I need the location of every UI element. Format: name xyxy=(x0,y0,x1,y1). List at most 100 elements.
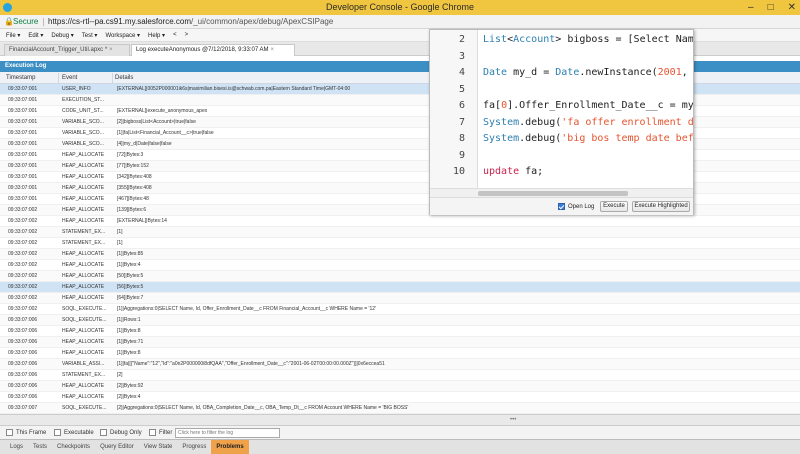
execute-button[interactable]: Execute xyxy=(600,201,628,212)
table-row[interactable]: 09:33:07:006 HEAP_ALLOCATE [1]|Bytes:8 xyxy=(0,326,800,337)
menu-edit[interactable]: Edit ▾ xyxy=(28,32,43,39)
tab-problems[interactable]: Problems xyxy=(211,440,249,454)
code-token: .debug( xyxy=(519,133,562,144)
column-timestamp[interactable]: Timestamp xyxy=(6,72,35,84)
menu-file[interactable]: File ▾ xyxy=(6,32,20,39)
address-bar[interactable]: 🔒 Secure https://cs-rtl--pa.cs91.my.sale… xyxy=(0,15,800,29)
nav-forward-button[interactable]: > xyxy=(185,32,189,38)
bottom-panel-tabs: Logs Tests Checkpoints Query Editor View… xyxy=(0,439,800,454)
line-number: 7 xyxy=(458,116,465,128)
table-row[interactable]: 09:33:07:002 HEAP_ALLOCATE [EXTERNAL]|Byte… xyxy=(0,216,800,227)
scrollbar-thumb[interactable] xyxy=(478,191,628,196)
code-token: fa; xyxy=(519,166,544,177)
divider xyxy=(43,18,44,26)
tab-trigger-util[interactable]: FinancialAccount_Trigger_Util.apxc * × xyxy=(4,44,130,56)
table-row[interactable]: 09:33:07:006 HEAP_ALLOCATE [1]|Bytes:8 xyxy=(0,348,800,359)
log-filter-input[interactable] xyxy=(175,428,280,438)
log-timestamp: 09:33:07:002 xyxy=(8,262,38,268)
table-row[interactable]: 09:33:07:002 HEAP_ALLOCATE [50]|Bytes:5 xyxy=(0,271,800,282)
url-text[interactable]: https://cs-rtl--pa.cs91.my.salesforce.co… xyxy=(48,15,333,29)
log-event: EXECUTION_ST... xyxy=(62,97,104,103)
tab-logs[interactable]: Logs xyxy=(5,440,28,454)
code-token: Date xyxy=(483,67,508,78)
table-row[interactable]: 09:33:07:002 SOQL_EXECUTE... [1]|Aggregati… xyxy=(0,304,800,315)
nav-back-button[interactable]: < xyxy=(173,32,177,38)
executable-checkbox[interactable] xyxy=(54,429,61,436)
log-timestamp: 09:33:07:001 xyxy=(8,97,38,103)
table-row[interactable]: 09:33:07:006 VARIABLE_ASSI... [1]|fa|[{"Na… xyxy=(0,359,800,370)
line-number: 3 xyxy=(458,50,465,62)
column-divider[interactable] xyxy=(112,73,113,83)
log-event: SOQL_EXECUTE... xyxy=(62,405,107,411)
tab-close-icon[interactable]: × xyxy=(271,47,275,53)
tab-view-state[interactable]: View State xyxy=(139,440,178,454)
log-filter-bar: This Frame Executable Debug Only Filter xyxy=(0,425,800,439)
log-event: HEAP_ALLOCATE xyxy=(62,295,105,301)
this-frame-checkbox[interactable] xyxy=(6,429,13,436)
table-row[interactable]: 09:33:07:002 STATEMENT_EX... [1] xyxy=(0,227,800,238)
table-row[interactable]: 09:33:07:002 HEAP_ALLOCATE [1]|Bytes:4 xyxy=(0,260,800,271)
menu-test[interactable]: Test ▾ xyxy=(82,32,98,39)
table-row[interactable]: 09:33:07:006 HEAP_ALLOCATE [1]|Bytes:71 xyxy=(0,337,800,348)
code-token: Date xyxy=(555,67,580,78)
debug-only-checkbox[interactable] xyxy=(100,429,107,436)
log-event: HEAP_ALLOCATE xyxy=(62,207,105,213)
table-row[interactable]: 09:33:07:006 SOQL_EXECUTE... [1]|Rows:1 xyxy=(0,315,800,326)
open-log-checkbox[interactable] xyxy=(558,203,565,210)
log-details: [2]|Bytes:92 xyxy=(117,383,144,389)
log-timestamp: 09:33:07:001 xyxy=(8,196,38,202)
log-timestamp: 09:33:07:006 xyxy=(8,328,38,334)
log-event: SOQL_EXECUTE... xyxy=(62,317,107,323)
log-timestamp: 09:33:07:001 xyxy=(8,108,38,114)
tab-label: FinancialAccount_Trigger_Util.apxc * xyxy=(9,47,108,53)
line-number: 5 xyxy=(458,83,465,95)
close-button[interactable]: ✕ xyxy=(788,2,796,13)
code-token: 'big bos temp date befo xyxy=(561,133,693,144)
table-row[interactable]: 09:33:07:002 HEAP_ALLOCATE [56]|Bytes:5 xyxy=(0,282,800,293)
code-token: 2001 xyxy=(657,67,682,78)
code-area[interactable]: List<Account> bigboss = [Select Name Date… xyxy=(483,30,693,188)
tab-progress[interactable]: Progress xyxy=(177,440,211,454)
table-row[interactable]: 09:33:07:006 HEAP_ALLOCATE [2]|Bytes:92 xyxy=(0,381,800,392)
column-divider[interactable] xyxy=(58,73,59,83)
tab-tests[interactable]: Tests xyxy=(28,440,52,454)
maximize-button[interactable]: □ xyxy=(768,2,774,13)
minimize-button[interactable]: – xyxy=(748,2,754,13)
log-timestamp: 09:33:07:001 xyxy=(8,163,38,169)
tab-query-editor[interactable]: Query Editor xyxy=(95,440,139,454)
log-details: [1]|Bytes:71 xyxy=(117,339,144,345)
log-timestamp: 09:33:07:006 xyxy=(8,317,38,323)
table-row[interactable]: 09:33:07:002 HEAP_ALLOCATE [1]|Bytes:85 xyxy=(0,249,800,260)
log-timestamp: 09:33:07:002 xyxy=(8,284,38,290)
log-details: [1] xyxy=(117,240,123,246)
tab-execute-anonymous-log[interactable]: Log executeAnonymous @7/12/2018, 9:33:07… xyxy=(131,44,295,56)
table-row[interactable]: 09:33:07:007 SOQL_EXECUTE... [2]|Aggregati… xyxy=(0,403,800,414)
filter-checkbox[interactable] xyxy=(149,429,156,436)
table-row[interactable]: 09:33:07:002 STATEMENT_EX... [1] xyxy=(0,238,800,249)
log-event: STATEMENT_EX... xyxy=(62,229,106,235)
log-event: HEAP_ALLOCATE xyxy=(62,152,105,158)
log-details: [1]|Bytes:8 xyxy=(117,350,141,356)
window-title-bar: Developer Console - Google Chrome – □ ✕ xyxy=(0,0,800,15)
tab-close-icon[interactable]: × xyxy=(109,47,113,53)
horizontal-scrollbar[interactable] xyxy=(430,188,693,197)
table-row[interactable]: 09:33:07:006 STATEMENT_EX... [2] xyxy=(0,370,800,381)
tab-checkpoints[interactable]: Checkpoints xyxy=(52,440,95,454)
execute-highlighted-button[interactable]: Execute Highlighted xyxy=(632,201,690,212)
log-event: HEAP_ALLOCATE xyxy=(62,350,105,356)
window-title: Developer Console - Google Chrome xyxy=(325,2,475,12)
code-line: System.debug('big bos temp date befo xyxy=(483,133,693,144)
log-details: [1]|Bytes:4 xyxy=(117,262,141,268)
column-event[interactable]: Event xyxy=(62,72,77,84)
menu-debug[interactable]: Debug ▾ xyxy=(51,32,73,39)
menu-help[interactable]: Help ▾ xyxy=(148,32,165,39)
debug-only-label: Debug Only xyxy=(110,430,142,436)
column-details[interactable]: Details xyxy=(115,72,133,84)
log-details: [50]|Bytes:5 xyxy=(117,273,144,279)
table-row[interactable]: 09:33:07:002 HEAP_ALLOCATE [64]|Bytes:7 xyxy=(0,293,800,304)
log-timestamp: 09:33:07:002 xyxy=(8,251,38,257)
panel-resize-handle[interactable]: ••• xyxy=(0,414,800,425)
anonymous-apex-editor[interactable]: 2 3 4 5 6 7 8 9 10 List<Account> bigboss = [Sele… xyxy=(429,29,694,215)
table-row[interactable]: 09:33:07:006 HEAP_ALLOCATE [2]|Bytes:4 xyxy=(0,392,800,403)
menu-workspace[interactable]: Workspace ▾ xyxy=(105,32,140,39)
